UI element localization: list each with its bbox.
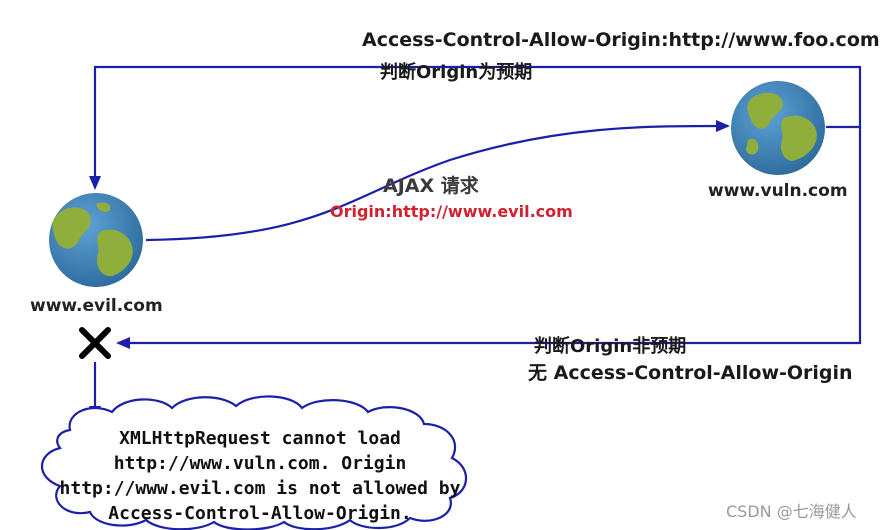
origin-header-label: Origin:http://www.evil.com <box>330 202 573 221</box>
error-line: Access-Control-Allow-Origin. <box>108 503 412 524</box>
vuln-host-label: www.vuln.com <box>708 181 848 201</box>
globe-icon <box>731 81 825 175</box>
error-line: http://www.vuln.com. Origin <box>113 453 407 474</box>
ajax-request-label: AJAX 请求 <box>383 175 479 197</box>
globe-icon <box>49 193 143 287</box>
origin-unexpected-label: 判断Origin非预期 <box>534 336 687 357</box>
no-allow-origin-label: 无 Access-Control-Allow-Origin <box>528 362 853 384</box>
origin-expected-label: 判断Origin为预期 <box>380 62 533 83</box>
watermark: CSDN @七海健人 <box>726 502 857 521</box>
allow-origin-header-label: Access-Control-Allow-Origin:http://www.f… <box>362 29 880 51</box>
error-message: XMLHttpRequest cannot load http://www.vu… <box>40 426 480 526</box>
error-line: http://www.evil.com is not allowed by <box>59 478 461 499</box>
error-line: XMLHttpRequest cannot load <box>119 428 401 449</box>
cross-icon <box>79 327 111 359</box>
evil-host-label: www.evil.com <box>30 296 163 316</box>
